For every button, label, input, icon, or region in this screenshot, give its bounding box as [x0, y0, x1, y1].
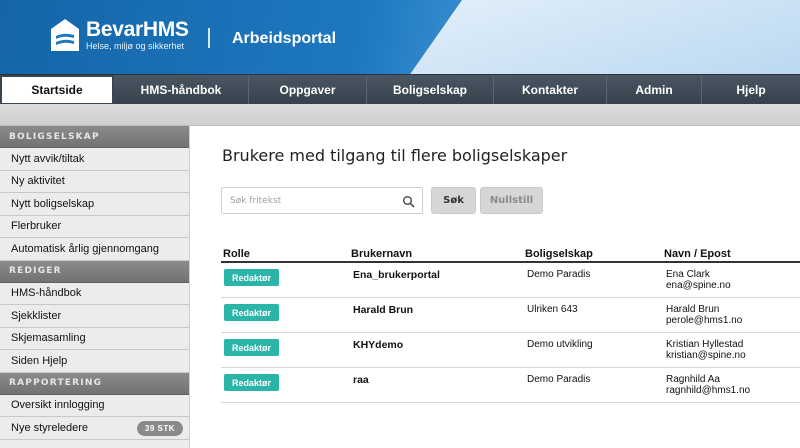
nav-hjelp[interactable]: Hjelp: [702, 75, 800, 105]
sidebar-item-skjemasamling[interactable]: Skjemasamling: [0, 327, 189, 350]
main-nav: Startside HMS-håndbok Oppgaver Boligsels…: [0, 74, 800, 105]
header-swoosh: [349, 0, 800, 74]
count-badge: 39 STK: [136, 421, 183, 436]
username-cell: raa: [353, 374, 369, 386]
main-content: Brukere med tilgang til flere boligselsk…: [191, 126, 800, 448]
column-header-brukernavn: Brukernavn: [351, 248, 413, 260]
sidebar-item-nytt-boligselskap[interactable]: Nytt boligselskap: [0, 193, 189, 216]
name-email-cell: Ena Clark ena@spine.no: [664, 263, 800, 297]
table-row: Redaktør raa Demo Paradis Ragnhild Aa ra…: [221, 368, 800, 403]
sidebar-section-boligselskap: BOLIGSELSKAP: [0, 126, 189, 148]
sidebar-item-ny-aktivitet[interactable]: Ny aktivitet: [0, 170, 189, 193]
column-header-navn-epost: Navn / Epost: [664, 248, 731, 260]
nav-admin[interactable]: Admin: [607, 75, 702, 105]
company-cell: Demo utvikling: [527, 339, 593, 350]
name-email-cell: Ragnhild Aa ragnhild@hms1.no: [664, 368, 800, 402]
search-button[interactable]: Søk: [431, 187, 476, 214]
user-name: Kristian Hyllestad: [666, 339, 744, 350]
company-cell: Demo Paradis: [527, 374, 591, 385]
role-cell: Redaktør: [221, 263, 351, 297]
company-cell: Ulriken 643: [527, 304, 578, 315]
reset-button[interactable]: Nullstill: [480, 187, 543, 214]
brand-text: BevarHMS Helse, miljø og sikkerhet: [86, 18, 189, 52]
nav-hms-handbok[interactable]: HMS-håndbok: [114, 75, 249, 105]
name-email-cell: Harald Brun perole@hms1.no: [664, 298, 800, 332]
sub-bar: [0, 104, 800, 126]
username-cell: Ena_brukerportal: [353, 269, 440, 281]
user-email: perole@hms1.no: [666, 315, 743, 326]
sidebar-item-hms-handbok[interactable]: HMS-håndbok: [0, 282, 189, 305]
sidebar: BOLIGSELSKAP Nytt avvik/tiltak Ny aktivi…: [0, 126, 190, 448]
sidebar-section-rapportering: RAPPORTERING: [0, 372, 189, 395]
brand-tagline: Helse, miljø og sikkerhet: [86, 41, 185, 51]
sidebar-item-flerbruker[interactable]: Flerbruker: [0, 215, 189, 238]
sidebar-item-arlig-gjennomgang[interactable]: Automatisk årlig gjennomgang: [0, 238, 189, 261]
column-header-rolle: Rolle: [223, 248, 250, 260]
header-divider: [208, 28, 210, 48]
role-badge[interactable]: Redaktør: [224, 269, 279, 286]
nav-kontakter[interactable]: Kontakter: [494, 75, 607, 105]
sidebar-item-sjekklister[interactable]: Sjekklister: [0, 305, 189, 328]
search-input[interactable]: [222, 188, 397, 214]
sidebar-item-label: Nye styreledere: [11, 421, 89, 434]
role-cell: Redaktør: [221, 298, 351, 332]
brand-logo[interactable]: BevarHMS Helse, miljø og sikkerhet: [50, 18, 189, 52]
nav-oppgaver[interactable]: Oppgaver: [249, 75, 367, 105]
user-name: Ena Clark: [666, 269, 710, 280]
table-header: Rolle Brukernavn Boligselskap Navn / Epo…: [221, 246, 800, 263]
user-name: Harald Brun: [666, 304, 720, 315]
search-icon[interactable]: [402, 194, 416, 208]
sidebar-item-siden-hjelp[interactable]: Siden Hjelp: [0, 350, 189, 373]
sidebar-item-nye-styreledere[interactable]: Nye styreledere 39 STK: [0, 417, 189, 440]
username-cell: Harald Brun: [353, 304, 414, 316]
users-table: Rolle Brukernavn Boligselskap Navn / Epo…: [221, 246, 800, 403]
role-badge[interactable]: Redaktør: [224, 339, 279, 356]
role-cell: Redaktør: [221, 333, 351, 367]
role-badge[interactable]: Redaktør: [224, 304, 279, 321]
app-header: BevarHMS Helse, miljø og sikkerhet Arbei…: [0, 0, 800, 74]
name-email-cell: Kristian Hyllestad kristian@spine.no: [664, 333, 800, 367]
username-cell: KHYdemo: [353, 339, 404, 351]
user-email: ena@spine.no: [666, 280, 731, 291]
user-name: Ragnhild Aa: [666, 374, 720, 385]
user-email: ragnhild@hms1.no: [666, 385, 751, 396]
table-row: Redaktør Ena_brukerportal Demo Paradis E…: [221, 263, 800, 298]
role-cell: Redaktør: [221, 368, 351, 402]
table-row: Redaktør Harald Brun Ulriken 643 Harald …: [221, 298, 800, 333]
nav-boligselskap[interactable]: Boligselskap: [367, 75, 494, 105]
company-cell: Demo Paradis: [527, 269, 591, 280]
column-header-boligselskap: Boligselskap: [525, 248, 593, 260]
search-box: [221, 187, 423, 214]
table-row: Redaktør KHYdemo Demo utvikling Kristian…: [221, 333, 800, 368]
sidebar-section-rediger: REDIGER: [0, 260, 189, 283]
brand-name: BevarHMS: [86, 18, 189, 41]
page-title: Brukere med tilgang til flere boligselsk…: [222, 146, 568, 165]
house-logo-icon: [50, 18, 80, 52]
role-badge[interactable]: Redaktør: [224, 374, 279, 391]
sidebar-item-nytt-avvik[interactable]: Nytt avvik/tiltak: [0, 148, 189, 171]
portal-title: Arbeidsportal: [232, 30, 337, 47]
sidebar-item-oversikt-innlogging[interactable]: Oversikt innlogging: [0, 394, 189, 417]
nav-startside[interactable]: Startside: [0, 75, 114, 105]
user-email: kristian@spine.no: [666, 350, 746, 361]
